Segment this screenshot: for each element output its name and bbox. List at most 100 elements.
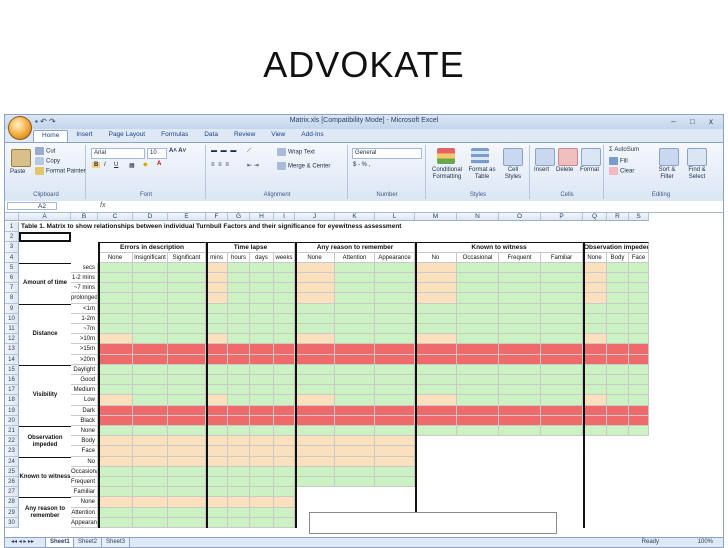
- cell-styles-icon[interactable]: [503, 148, 523, 166]
- matrix-cell[interactable]: [375, 262, 415, 273]
- matrix-cell[interactable]: [295, 415, 335, 426]
- cell-styles-button[interactable]: Cell Styles: [501, 167, 525, 180]
- conditional-formatting-button[interactable]: Conditional Formatting: [429, 167, 465, 180]
- insert-cells-icon[interactable]: [535, 148, 555, 166]
- matrix-cell[interactable]: [457, 293, 499, 304]
- matrix-cell[interactable]: [168, 405, 206, 416]
- matrix-cell[interactable]: [375, 273, 415, 284]
- binoculars-icon[interactable]: [687, 148, 707, 166]
- grow-font-icon[interactable]: A˄ A˅: [169, 148, 186, 154]
- matrix-cell[interactable]: [499, 344, 541, 355]
- fill-button[interactable]: Fill: [609, 157, 628, 165]
- insert-button[interactable]: Insert: [534, 167, 549, 173]
- format-button[interactable]: Format: [580, 167, 599, 173]
- matrix-cell[interactable]: [274, 324, 295, 335]
- matrix-cell[interactable]: [98, 375, 133, 386]
- matrix-cell[interactable]: [541, 364, 583, 375]
- underline-button[interactable]: U: [114, 162, 118, 168]
- matrix-cell[interactable]: [607, 344, 629, 355]
- tab-review[interactable]: Review: [226, 130, 263, 142]
- matrix-cell[interactable]: [457, 344, 499, 355]
- matrix-cell[interactable]: [607, 262, 629, 273]
- matrix-cell[interactable]: [499, 375, 541, 386]
- matrix-cell[interactable]: [607, 405, 629, 416]
- matrix-cell[interactable]: [133, 477, 168, 488]
- format-table-icon[interactable]: [471, 148, 489, 164]
- matrix-cell[interactable]: [541, 405, 583, 416]
- matrix-cell[interactable]: [375, 283, 415, 294]
- matrix-cell[interactable]: [98, 262, 133, 273]
- matrix-cell[interactable]: [583, 375, 607, 386]
- matrix-cell[interactable]: [168, 507, 206, 518]
- bold-button[interactable]: B: [92, 162, 101, 168]
- matrix-cell[interactable]: [168, 395, 206, 406]
- matrix-cell[interactable]: [274, 354, 295, 365]
- matrix-cell[interactable]: [541, 375, 583, 386]
- matrix-cell[interactable]: [206, 334, 228, 345]
- matrix-cell[interactable]: [250, 313, 274, 324]
- matrix-cell[interactable]: [583, 324, 607, 335]
- matrix-cell[interactable]: [607, 283, 629, 294]
- matrix-cell[interactable]: [228, 354, 250, 365]
- matrix-cell[interactable]: [583, 273, 607, 284]
- matrix-cell[interactable]: [133, 273, 168, 284]
- row-header-27[interactable]: 27: [5, 487, 19, 498]
- quick-access-toolbar[interactable]: ▪ ↶ ↷: [35, 117, 56, 126]
- matrix-cell[interactable]: [335, 354, 375, 365]
- sheet-tab-sheet2[interactable]: Sheet2: [73, 538, 103, 547]
- matrix-cell[interactable]: [250, 456, 274, 467]
- matrix-cell[interactable]: [375, 456, 415, 467]
- matrix-cell[interactable]: [295, 324, 335, 335]
- matrix-cell[interactable]: [274, 426, 295, 437]
- matrix-cell[interactable]: [168, 303, 206, 314]
- matrix-cell[interactable]: [274, 487, 295, 498]
- row-header-1[interactable]: 1: [5, 222, 19, 233]
- matrix-cell[interactable]: [274, 456, 295, 467]
- matrix-cell[interactable]: [228, 324, 250, 335]
- matrix-cell[interactable]: [133, 415, 168, 426]
- matrix-cell[interactable]: [228, 497, 250, 508]
- matrix-cell[interactable]: [607, 334, 629, 345]
- matrix-cell[interactable]: [133, 364, 168, 375]
- format-cells-icon[interactable]: [581, 148, 601, 166]
- matrix-cell[interactable]: [375, 426, 415, 437]
- matrix-cell[interactable]: [295, 375, 335, 386]
- matrix-cell[interactable]: [457, 415, 499, 426]
- matrix-cell[interactable]: [228, 273, 250, 284]
- matrix-cell[interactable]: [629, 354, 649, 365]
- matrix-cell[interactable]: [583, 262, 607, 273]
- row-header-16[interactable]: 16: [5, 375, 19, 386]
- matrix-cell[interactable]: [335, 313, 375, 324]
- matrix-cell[interactable]: [629, 364, 649, 375]
- matrix-cell[interactable]: [335, 303, 375, 314]
- matrix-cell[interactable]: [168, 344, 206, 355]
- matrix-cell[interactable]: [335, 262, 375, 273]
- row-header-3[interactable]: 3: [5, 242, 19, 253]
- matrix-cell[interactable]: [98, 487, 133, 498]
- matrix-cell[interactable]: [335, 466, 375, 477]
- matrix-cell[interactable]: [206, 466, 228, 477]
- matrix-cell[interactable]: [98, 385, 133, 396]
- matrix-cell[interactable]: [335, 477, 375, 488]
- matrix-cell[interactable]: [250, 517, 274, 528]
- matrix-cell[interactable]: [607, 426, 629, 437]
- tab-add-ins[interactable]: Add-Ins: [293, 130, 331, 142]
- matrix-cell[interactable]: [98, 466, 133, 477]
- matrix-cell[interactable]: [457, 405, 499, 416]
- matrix-cell[interactable]: [415, 385, 457, 396]
- matrix-cell[interactable]: [415, 354, 457, 365]
- matrix-cell[interactable]: [541, 262, 583, 273]
- matrix-cell[interactable]: [168, 466, 206, 477]
- matrix-cell[interactable]: [228, 364, 250, 375]
- matrix-cell[interactable]: [415, 395, 457, 406]
- matrix-cell[interactable]: [250, 375, 274, 386]
- sheet-tab-sheet1[interactable]: Sheet1: [45, 538, 75, 547]
- matrix-cell[interactable]: [168, 334, 206, 345]
- matrix-cell[interactable]: [250, 303, 274, 314]
- matrix-cell[interactable]: [629, 303, 649, 314]
- matrix-cell[interactable]: [375, 395, 415, 406]
- sort-filter-icon[interactable]: [659, 148, 679, 166]
- matrix-cell[interactable]: [457, 354, 499, 365]
- matrix-cell[interactable]: [375, 477, 415, 488]
- matrix-cell[interactable]: [415, 324, 457, 335]
